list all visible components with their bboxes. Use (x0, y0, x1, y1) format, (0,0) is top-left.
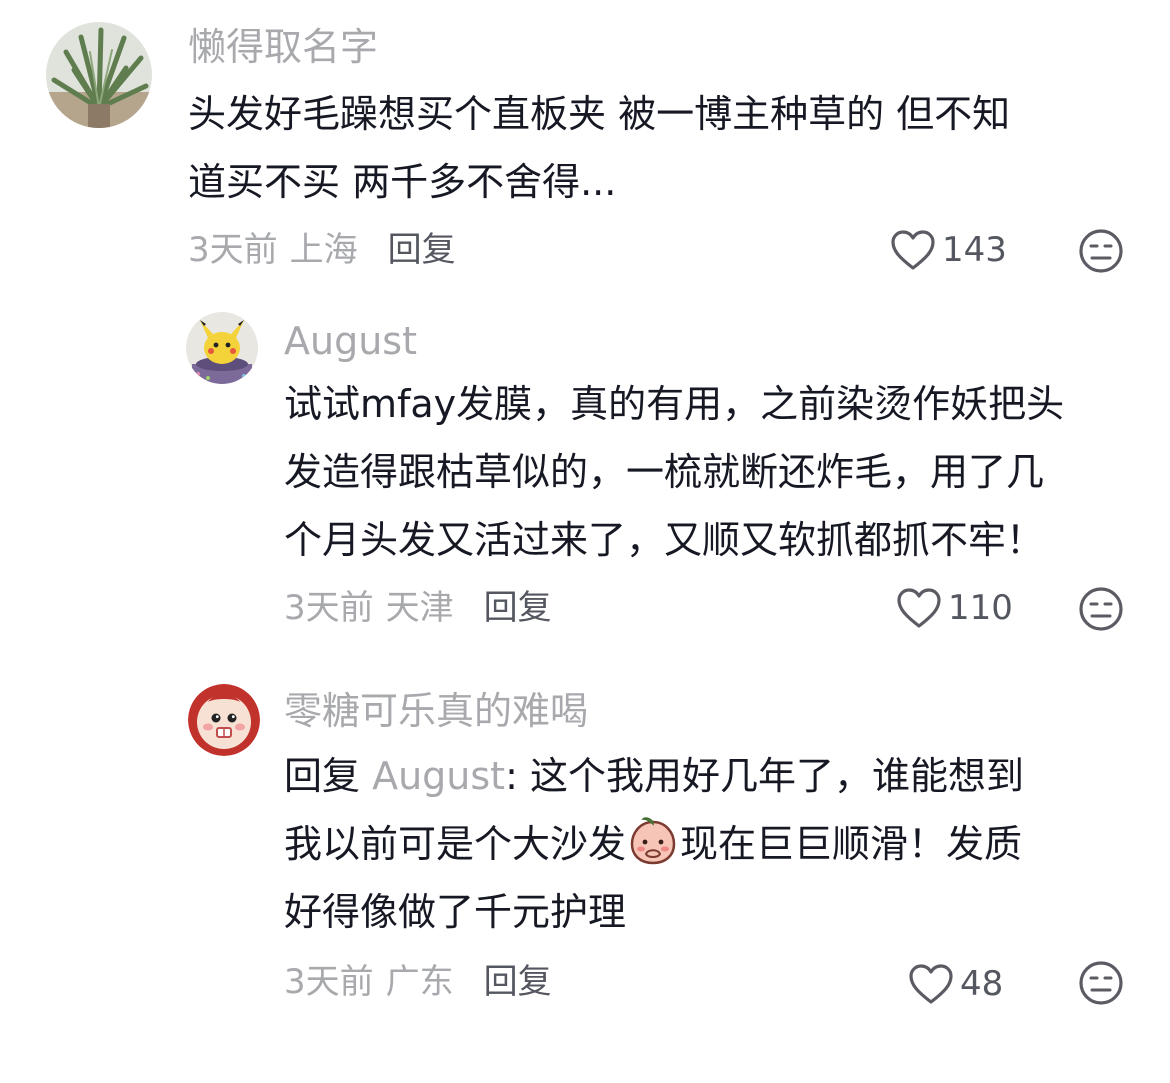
avatar[interactable] (46, 22, 152, 128)
comment-location: 上海 (289, 230, 358, 270)
unamused-face-icon (1079, 587, 1123, 631)
baby-face-avatar (188, 684, 260, 756)
reply-button[interactable]: 回复 (484, 588, 552, 628)
comment-line-text: 这个我用好几年了，谁能想到 (517, 754, 1024, 798)
agave-plant-avatar (46, 22, 152, 128)
username[interactable]: 零糖可乐真的难喝 (284, 692, 588, 730)
reply-to-username[interactable]: August (372, 754, 505, 798)
reply-button[interactable]: 回复 (484, 962, 552, 1002)
comment-line: 回复 August: 这个我用好几年了，谁能想到 (284, 742, 1024, 810)
comment-time: 3天前 (284, 588, 374, 628)
comment-text: 试试mfay发膜，真的有用，之前染烫作妖把头 发造得跟枯草似的，一梳就断还炸毛，… (284, 370, 1064, 574)
unamused-face-icon (1079, 961, 1123, 1005)
like-count: 48 (960, 964, 1004, 1004)
avatar[interactable] (186, 312, 258, 384)
like-button[interactable]: 143 (890, 228, 1007, 272)
comment-line: 头发好毛躁想买个直板夹 被一博主种草的 但不知 (188, 92, 1011, 136)
comment-line-text: 现在巨巨顺滑！发质 (680, 822, 1023, 866)
username[interactable]: 懒得取名字 (188, 28, 378, 66)
comment-text: 回复 August: 这个我用好几年了，谁能想到 我以前可是个大沙发 现在巨巨顺… (284, 742, 1024, 946)
like-count: 110 (948, 588, 1013, 628)
comment-line: 道买不买 两千多不舍得... (188, 160, 617, 204)
username[interactable]: August (284, 322, 417, 360)
pikachu-cake-avatar (186, 312, 258, 384)
comment-item: 懒得取名字 头发好毛躁想买个直板夹 被一博主种草的 但不知 道买不买 两千多不舍… (0, 0, 1170, 290)
heart-outline-icon (909, 964, 953, 1004)
comment-time: 3天前 (284, 962, 374, 1002)
comment-line-text: 我以前可是个大沙发 (284, 822, 627, 866)
like-count: 143 (942, 230, 1007, 270)
comment-text: 头发好毛躁想买个直板夹 被一博主种草的 但不知 道买不买 两千多不舍得... (188, 80, 1010, 216)
comment-meta: 3天前 天津 回复 (284, 588, 552, 628)
comment-line: 个月头发又活过来了，又顺又软抓都抓不牢！ (284, 518, 1045, 562)
comment-location: 天津 (385, 588, 454, 628)
heart-outline-icon (897, 588, 941, 628)
reply-button[interactable]: 回复 (388, 230, 456, 270)
comment-time: 3天前 (188, 230, 278, 270)
like-button[interactable]: 48 (908, 962, 1003, 1006)
comment-line: 好得像做了千元护理 (284, 890, 627, 934)
unamused-face-icon (1079, 229, 1123, 273)
avatar[interactable] (188, 684, 260, 756)
comment-line: 发造得跟枯草似的，一梳就断还炸毛，用了几 (284, 450, 1045, 494)
reply-colon: : (505, 754, 518, 798)
comment-meta: 3天前 广东 回复 (284, 962, 552, 1002)
comment-location: 广东 (385, 962, 454, 1002)
dislike-button[interactable] (1078, 586, 1124, 632)
dislike-button[interactable] (1078, 228, 1124, 274)
reply-prefix: 回复 (284, 754, 373, 798)
comment-item: 零糖可乐真的难喝 回复 August: 这个我用好几年了，谁能想到 我以前可是个… (0, 670, 1170, 1070)
comment-line: 试试mfay发膜，真的有用，之前染烫作妖把头 (284, 382, 1065, 426)
comment-line: 我以前可是个大沙发 现在巨巨顺滑！发质 (284, 810, 1024, 878)
comment-item: August 试试mfay发膜，真的有用，之前染烫作妖把头 发造得跟枯草似的，一… (0, 300, 1170, 660)
comment-meta: 3天前 上海 回复 (188, 230, 456, 270)
like-button[interactable]: 110 (896, 586, 1013, 630)
heart-outline-icon (891, 230, 935, 270)
dislike-button[interactable] (1078, 960, 1124, 1006)
peach-shy-emoji (628, 816, 678, 866)
